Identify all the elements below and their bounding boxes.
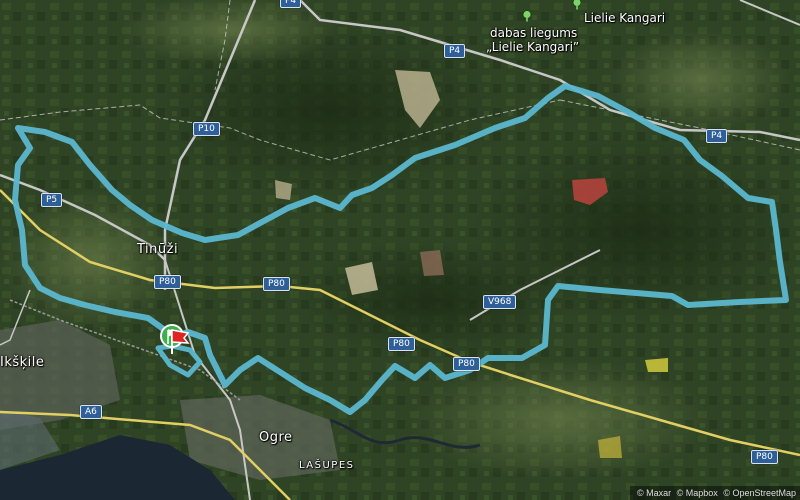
- map-attribution: © Maxar © Mapbox © OpenStreetMap: [630, 486, 800, 500]
- place-label-reserve-line2: „Lielie Kangari”: [486, 40, 580, 54]
- road-shield-p4: P4: [444, 44, 466, 58]
- road-shield-p80: P80: [453, 357, 480, 371]
- field-patch: [410, 360, 710, 480]
- road-shield-p80: P80: [154, 275, 181, 289]
- road-shield-p10: P10: [193, 122, 220, 136]
- attribution-maxar[interactable]: © Maxar: [637, 488, 671, 498]
- road-shield-v968: V968: [483, 295, 517, 309]
- place-label-ogre: Ogre: [259, 430, 293, 445]
- attribution-mapbox[interactable]: © Mapbox: [677, 488, 718, 498]
- tree-icon: [522, 10, 532, 22]
- road-shield-p80: P80: [388, 337, 415, 351]
- yellow-field: [645, 358, 668, 372]
- brown-field: [420, 250, 444, 276]
- map-view[interactable]: P4 P4 P4 P10 P5 P80 P80 P80 P80 P80 V968…: [0, 0, 800, 500]
- place-label-lasupes: LAŠUPES: [299, 460, 355, 471]
- map-canvas: [0, 0, 800, 500]
- attribution-osm[interactable]: © OpenStreetMap: [723, 488, 796, 498]
- road-shield-p4: P4: [280, 0, 302, 8]
- place-label-lielie-kangari: Lielie Kangari: [584, 11, 666, 25]
- tree-icon: [572, 0, 582, 10]
- place-label-reserve-line1: dabas liegums: [490, 26, 578, 40]
- finish-flag-icon[interactable]: [166, 326, 192, 358]
- place-label-ikskile: Ikšķile: [0, 355, 45, 370]
- road-shield-p4: P4: [706, 129, 728, 143]
- place-label-tinuzi: Tinūži: [137, 242, 179, 257]
- road-shield-p80: P80: [751, 450, 778, 464]
- road-shield-p5: P5: [41, 193, 63, 207]
- road-shield-a6: A6: [80, 405, 102, 419]
- road-shield-p80: P80: [263, 277, 290, 291]
